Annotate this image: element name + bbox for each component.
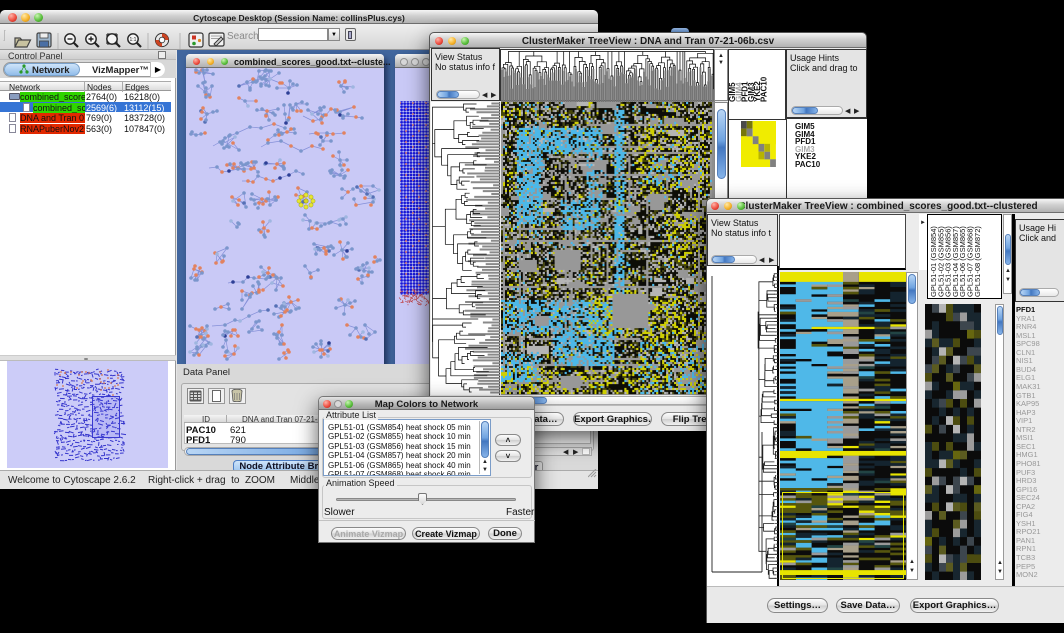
svg-text:1:1: 1:1	[130, 37, 137, 43]
svg-text:PAC10: PAC10	[760, 76, 769, 102]
svg-text:GPL51-08 (GSM872): GPL51-08 (GSM872)	[973, 226, 982, 297]
